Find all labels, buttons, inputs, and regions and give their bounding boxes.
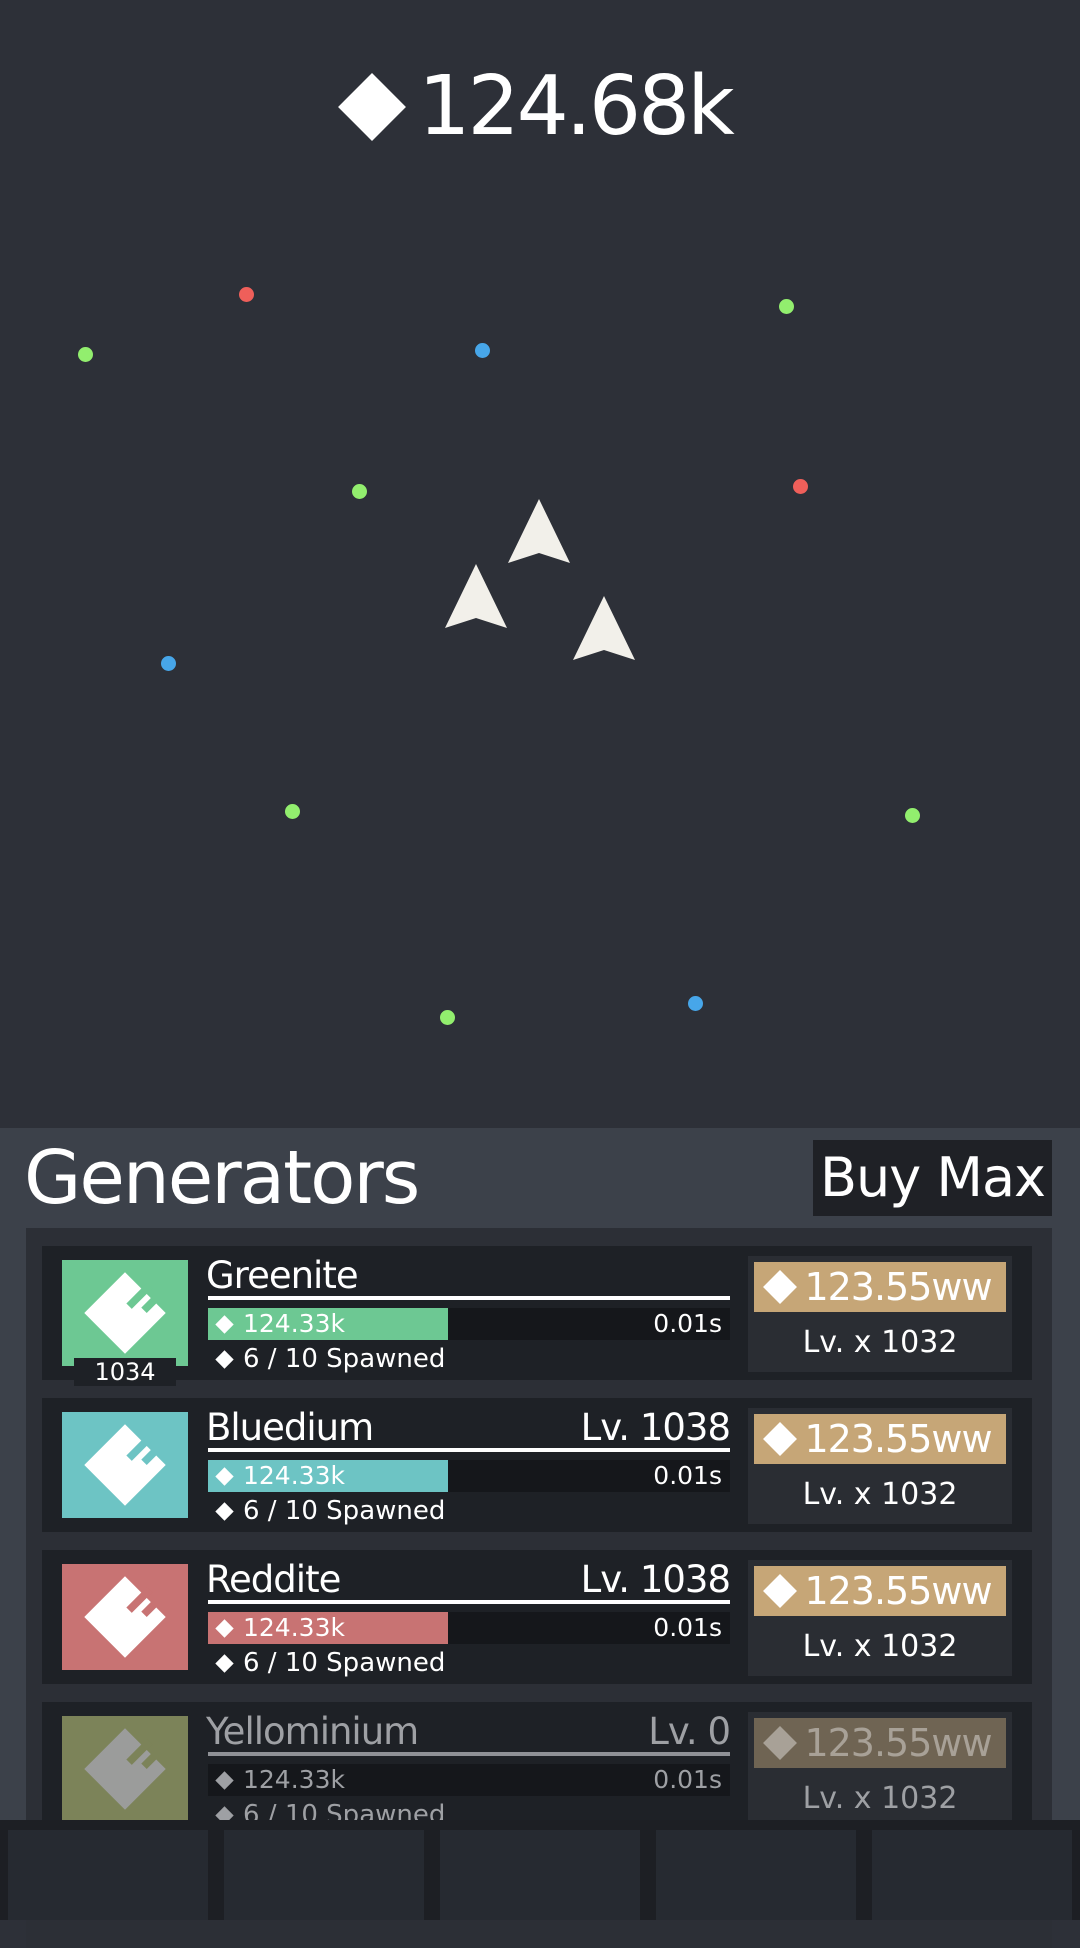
generator-row-bluedium[interactable]: Bluedium Lv. 1038 124.33k 0.01s 6 / 10 S… bbox=[42, 1398, 1032, 1532]
diamond-icon bbox=[215, 1770, 234, 1790]
playfield bbox=[0, 0, 1080, 1128]
bottom-nav bbox=[0, 1820, 1080, 1920]
generator-level: Lv. 1038 bbox=[580, 1406, 731, 1449]
nav-tab-5[interactable] bbox=[872, 1830, 1072, 1920]
generator-shape-icon bbox=[84, 1424, 166, 1506]
nav-tab-2[interactable] bbox=[224, 1830, 424, 1920]
level-multiplier: Lv. x 1032 bbox=[802, 1477, 958, 1512]
upgrade-box[interactable]: 123.55ww Lv. x 1032 bbox=[748, 1560, 1012, 1676]
generator-row-greenite[interactable]: 1034 Greenite 124.33k 0.01s 6 / 10 Spawn… bbox=[42, 1246, 1032, 1386]
ship-icon bbox=[445, 564, 507, 628]
upgrade-cost-button[interactable]: 123.55ww bbox=[754, 1566, 1006, 1616]
divider bbox=[208, 1296, 730, 1300]
diamond-icon bbox=[763, 1726, 798, 1760]
red-particle bbox=[239, 287, 254, 302]
divider bbox=[208, 1448, 730, 1452]
blue-particle bbox=[688, 996, 703, 1011]
generator-row-yellominium[interactable]: Yellominium Lv. 0 124.33k 0.01s 6 / 10 S… bbox=[42, 1702, 1032, 1836]
production-time: 0.01s bbox=[653, 1765, 722, 1794]
generator-icon[interactable] bbox=[62, 1260, 188, 1366]
diamond-icon bbox=[215, 1501, 234, 1521]
red-particle bbox=[793, 479, 808, 494]
upgrade-cost: 123.55ww bbox=[804, 1721, 992, 1765]
level-multiplier: Lv. x 1032 bbox=[802, 1629, 958, 1664]
green-particle bbox=[440, 1010, 455, 1025]
ship-icon bbox=[508, 499, 570, 563]
nav-tab-3[interactable] bbox=[440, 1830, 640, 1920]
diamond-icon bbox=[763, 1422, 798, 1456]
diamond-icon bbox=[215, 1349, 234, 1369]
diamond-icon bbox=[763, 1270, 798, 1304]
generator-name: Greenite bbox=[206, 1254, 359, 1297]
diamond-icon bbox=[215, 1466, 234, 1486]
spawned-count: 6 / 10 Spawned bbox=[243, 1344, 446, 1374]
upgrade-cost: 123.55ww bbox=[804, 1569, 992, 1613]
diamond-icon bbox=[215, 1314, 234, 1334]
upgrade-cost-button[interactable]: 123.55ww bbox=[754, 1718, 1006, 1768]
upgrade-cost-button[interactable]: 123.55ww bbox=[754, 1262, 1006, 1312]
generator-icon[interactable] bbox=[62, 1564, 188, 1670]
diamond-icon bbox=[215, 1618, 234, 1638]
upgrade-cost-button[interactable]: 123.55ww bbox=[754, 1414, 1006, 1464]
spawned-count: 6 / 10 Spawned bbox=[243, 1496, 446, 1526]
production-value: 124.33k bbox=[243, 1461, 345, 1490]
level-multiplier: Lv. x 1032 bbox=[802, 1781, 958, 1816]
nav-tab-1[interactable] bbox=[8, 1830, 208, 1920]
buy-max-button[interactable]: Buy Max bbox=[813, 1140, 1052, 1216]
upgrade-box[interactable]: 123.55ww Lv. x 1032 bbox=[748, 1408, 1012, 1524]
upgrade-cost: 123.55ww bbox=[804, 1417, 992, 1461]
blue-particle bbox=[161, 656, 176, 671]
production-time: 0.01s bbox=[653, 1613, 722, 1642]
blue-particle bbox=[475, 343, 490, 358]
generator-name: Yellominium bbox=[206, 1710, 419, 1753]
production-progress-bar: 124.33k 0.01s bbox=[208, 1460, 730, 1492]
generators-panel: Generators Buy Max 1034 Greenite 124.33k bbox=[0, 1128, 1080, 1948]
ship-icon bbox=[573, 596, 635, 660]
production-value: 124.33k bbox=[243, 1309, 345, 1338]
generator-name: Bluedium bbox=[206, 1406, 374, 1449]
diamond-icon bbox=[215, 1653, 234, 1673]
level-multiplier: Lv. x 1032 bbox=[802, 1325, 958, 1360]
production-time: 0.01s bbox=[653, 1309, 722, 1338]
production-value: 124.33k bbox=[243, 1613, 345, 1642]
generator-icon[interactable] bbox=[62, 1716, 188, 1822]
spawned-count: 6 / 10 Spawned bbox=[243, 1648, 446, 1678]
upgrade-box[interactable]: 123.55ww Lv. x 1032 bbox=[748, 1712, 1012, 1828]
production-time: 0.01s bbox=[653, 1461, 722, 1490]
generator-shape-icon bbox=[84, 1576, 166, 1658]
green-particle bbox=[905, 808, 920, 823]
upgrade-box[interactable]: 123.55ww Lv. x 1032 bbox=[748, 1256, 1012, 1372]
production-value: 124.33k bbox=[243, 1765, 345, 1794]
generator-icon[interactable] bbox=[62, 1412, 188, 1518]
divider bbox=[208, 1600, 730, 1604]
green-particle bbox=[352, 484, 367, 499]
production-progress-bar: 124.33k 0.01s bbox=[208, 1612, 730, 1644]
diamond-icon bbox=[763, 1574, 798, 1608]
generator-count: 1034 bbox=[74, 1358, 176, 1386]
production-progress-bar: 124.33k 0.01s bbox=[208, 1764, 730, 1796]
production-progress-bar: 124.33k 0.01s bbox=[208, 1308, 730, 1340]
generator-name: Reddite bbox=[206, 1558, 341, 1601]
green-particle bbox=[285, 804, 300, 819]
green-particle bbox=[779, 299, 794, 314]
generator-level: Lv. 1038 bbox=[580, 1558, 731, 1601]
divider bbox=[208, 1752, 730, 1756]
panel-title: Generators bbox=[24, 1135, 420, 1221]
generator-shape-icon bbox=[84, 1272, 166, 1354]
green-particle bbox=[78, 347, 93, 362]
nav-tab-4[interactable] bbox=[656, 1830, 856, 1920]
generator-level: Lv. 0 bbox=[648, 1710, 731, 1753]
generator-row-reddite[interactable]: Reddite Lv. 1038 124.33k 0.01s 6 / 10 Sp… bbox=[42, 1550, 1032, 1684]
upgrade-cost: 123.55ww bbox=[804, 1265, 992, 1309]
generator-shape-icon bbox=[84, 1728, 166, 1810]
